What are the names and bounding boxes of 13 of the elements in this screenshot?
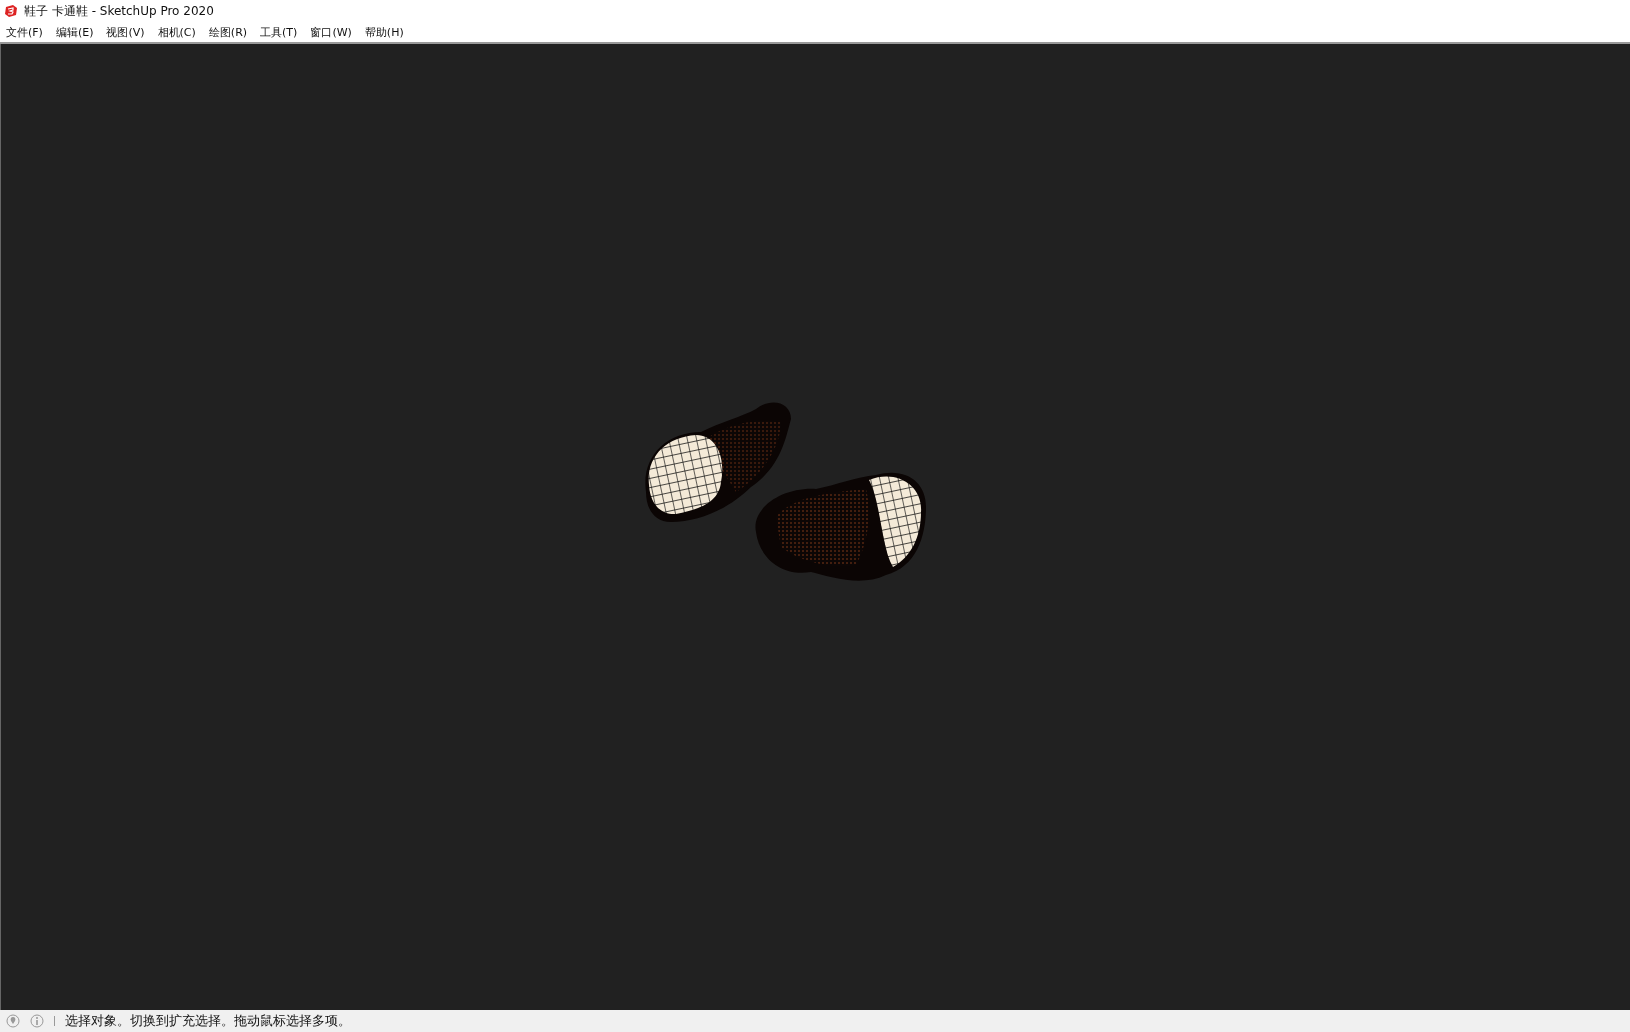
menu-item[interactable]: 相机(C) bbox=[157, 24, 196, 40]
status-message: 选择对象。切换到扩充选择。拖动鼠标选择多项。 bbox=[65, 1012, 351, 1030]
menu-item[interactable]: 文件(F) bbox=[6, 24, 43, 40]
menu-item[interactable]: 帮助(H) bbox=[364, 24, 404, 40]
menu-item[interactable]: 窗口(W) bbox=[310, 24, 352, 40]
menu-item[interactable]: 编辑(E) bbox=[55, 24, 94, 40]
menu-item[interactable]: 视图(V) bbox=[106, 24, 145, 40]
window-title: 鞋子 卡通鞋 - SketchUp Pro 2020 bbox=[24, 2, 214, 20]
app-logo-icon bbox=[4, 4, 18, 18]
menu-item[interactable]: 绘图(R) bbox=[208, 24, 248, 40]
geo-location-icon[interactable] bbox=[6, 1014, 20, 1028]
info-icon[interactable] bbox=[30, 1014, 44, 1028]
menu-item[interactable]: 工具(T) bbox=[260, 24, 298, 40]
